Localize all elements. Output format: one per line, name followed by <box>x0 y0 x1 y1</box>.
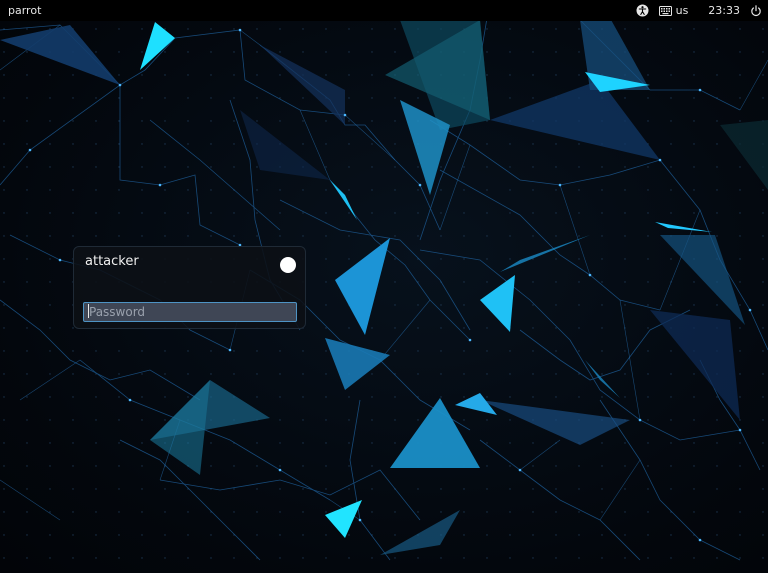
accessibility-icon[interactable] <box>636 4 649 17</box>
password-input[interactable] <box>83 302 297 322</box>
session-indicator-icon[interactable] <box>280 257 296 273</box>
panel-indicators: us 23:33 <box>636 2 762 19</box>
login-card: attacker <box>73 246 306 329</box>
power-icon[interactable] <box>750 4 762 17</box>
text-caret <box>88 304 89 318</box>
top-panel: parrot us 23:33 <box>0 0 768 21</box>
lock-screen: parrot us 23:33 attacker <box>0 0 768 573</box>
clock: 23:33 <box>708 4 740 17</box>
hostname-label: parrot <box>8 4 42 17</box>
keyboard-layout-label[interactable]: us <box>676 4 689 17</box>
keyboard-icon[interactable] <box>658 5 672 16</box>
username-label: attacker <box>85 254 139 269</box>
